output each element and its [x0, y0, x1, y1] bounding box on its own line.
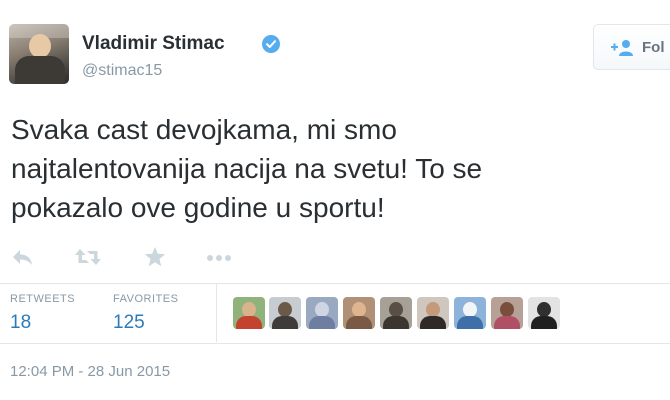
retweets-count[interactable]: 18 [10, 312, 31, 334]
verified-badge-icon [262, 35, 280, 53]
tweet-text: Svaka cast devojkama, mi smo najtalentov… [11, 110, 651, 227]
follow-button-label: Fol [642, 39, 665, 56]
retweets-label: RETWEETS [10, 293, 76, 305]
avatar-body [15, 56, 65, 84]
follow-button[interactable]: Fol [593, 24, 670, 70]
favoriter-avatar[interactable] [269, 297, 301, 329]
stats-bottom-divider [0, 343, 670, 344]
favoriter-avatar[interactable] [528, 297, 560, 329]
tweet-timestamp[interactable]: 12:04 PM - 28 Jun 2015 [10, 363, 170, 380]
favorites-count[interactable]: 125 [113, 312, 145, 334]
star-icon[interactable] [143, 246, 167, 270]
retweet-icon[interactable] [74, 246, 102, 270]
favoriter-avatar[interactable] [233, 297, 265, 329]
favoriter-avatar[interactable] [343, 297, 375, 329]
avatar-face [29, 34, 51, 58]
tweet-line: Svaka cast devojkama, mi smo [11, 114, 397, 145]
author-handle[interactable]: @stimac15 [82, 62, 162, 80]
reply-icon[interactable] [10, 246, 34, 270]
tweet-line: najtalentovanija nacija na svetu! To se [11, 153, 483, 184]
favoriter-avatar[interactable] [417, 297, 449, 329]
follow-user-icon [610, 39, 634, 62]
favoriter-avatar[interactable] [491, 297, 523, 329]
author-name[interactable]: Vladimir Stimac [82, 33, 225, 55]
author-avatar[interactable] [9, 24, 69, 84]
favoriter-avatar[interactable] [454, 297, 486, 329]
stats-separator [216, 284, 217, 342]
stats-top-divider [0, 283, 670, 284]
favoriter-avatar[interactable] [380, 297, 412, 329]
more-icon[interactable] [206, 246, 234, 270]
tweet-line: pokazalo ove godine u sportu! [11, 192, 385, 223]
favorites-label: FAVORITES [113, 293, 179, 305]
favoriter-avatar[interactable] [306, 297, 338, 329]
